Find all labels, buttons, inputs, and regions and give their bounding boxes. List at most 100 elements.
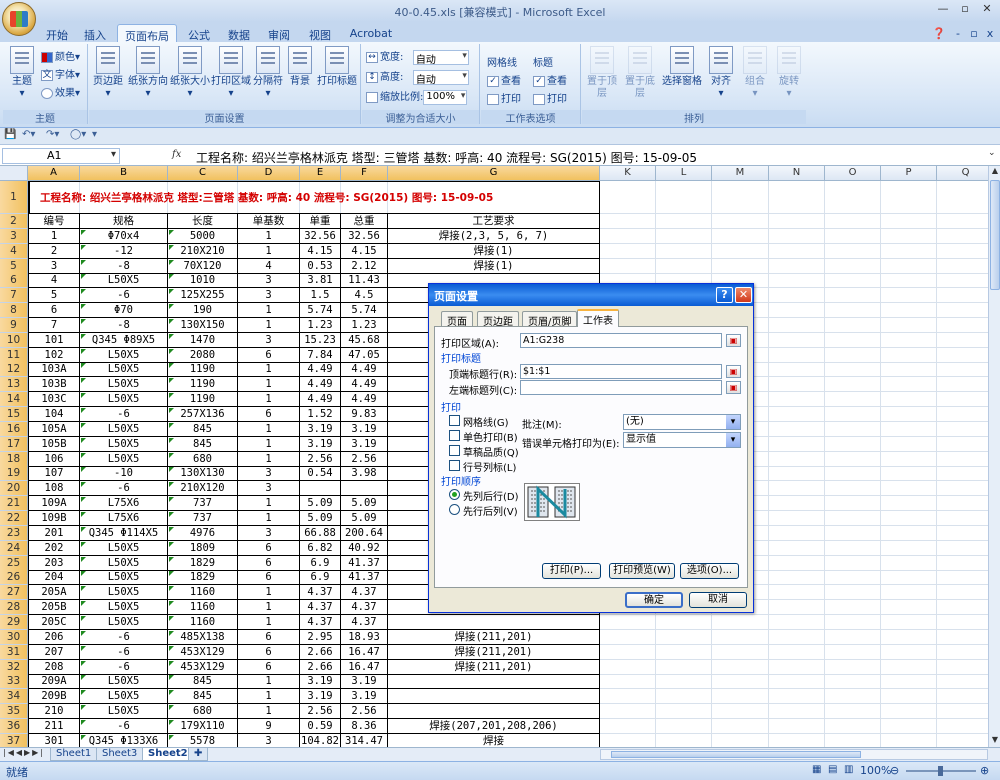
row-header[interactable]: 32: [0, 660, 28, 675]
scale-input[interactable]: 100%: [423, 89, 468, 105]
row-header[interactable]: 26: [0, 570, 28, 585]
table-cell[interactable]: L50X5: [80, 452, 168, 467]
breaks-button[interactable]: 分隔符 ▾: [251, 46, 285, 100]
table-header-cell[interactable]: 总重: [341, 214, 388, 229]
horizontal-scrollbar[interactable]: [600, 749, 988, 760]
row-header[interactable]: 34: [0, 689, 28, 704]
restore-icon[interactable]: ▫: [954, 2, 976, 20]
row-header[interactable]: 22: [0, 511, 28, 526]
table-cell[interactable]: 210X120: [168, 481, 238, 496]
row-header[interactable]: 33: [0, 674, 28, 689]
headings-print-checkbox[interactable]: 打印: [533, 90, 567, 105]
normal-view-icon[interactable]: ▦: [812, 764, 821, 775]
table-cell[interactable]: 3.19: [341, 674, 388, 689]
ribbon-close-icon[interactable]: x: [984, 24, 996, 42]
row-header[interactable]: 8: [0, 303, 28, 318]
over-then-down-radio[interactable]: [449, 504, 460, 515]
height-select[interactable]: 自动: [412, 69, 469, 86]
table-cell[interactable]: -6: [80, 630, 168, 645]
scroll-down-icon[interactable]: ▼: [990, 735, 1000, 747]
insert-function[interactable]: fx: [124, 149, 184, 163]
row-header[interactable]: 13: [0, 377, 28, 392]
table-cell[interactable]: 2.66: [300, 645, 341, 660]
table-cell[interactable]: Φ70x4: [80, 229, 168, 244]
table-cell[interactable]: 5.09: [341, 496, 388, 511]
table-cell[interactable]: 2.56: [300, 452, 341, 467]
table-cell[interactable]: L50X5: [80, 377, 168, 392]
formula-input[interactable]: 工程名称: 绍兴兰亭格林派克 塔型: 三管塔 基数: 呼高: 40 流程号: S…: [196, 149, 697, 166]
column-header[interactable]: F: [341, 166, 388, 181]
column-header[interactable]: A: [28, 166, 80, 181]
column-header[interactable]: G: [388, 166, 600, 181]
table-cell[interactable]: 焊接: [388, 734, 600, 747]
table-cell[interactable]: Q345 Φ114X5: [80, 526, 168, 541]
table-cell[interactable]: 209B: [28, 689, 80, 704]
table-cell[interactable]: 9: [238, 719, 300, 734]
row-header[interactable]: 28: [0, 600, 28, 615]
row-header[interactable]: 14: [0, 392, 28, 407]
table-cell[interactable]: 焊接(207,201,208,206): [388, 719, 600, 734]
dialog-tab-page[interactable]: 页面: [441, 311, 473, 328]
column-header[interactable]: M: [712, 166, 769, 181]
help-icon[interactable]: ❓: [932, 24, 946, 42]
table-cell[interactable]: 1: [238, 362, 300, 377]
table-cell[interactable]: 2.95: [300, 630, 341, 645]
table-cell[interactable]: 2.56: [300, 704, 341, 719]
table-cell[interactable]: L50X5: [80, 541, 168, 556]
ok-button[interactable]: 确定: [625, 592, 683, 608]
table-cell[interactable]: 2.56: [341, 704, 388, 719]
table-cell[interactable]: 314.47: [341, 734, 388, 747]
tab-insert[interactable]: 插入: [78, 24, 112, 42]
table-cell[interactable]: 2.66: [300, 660, 341, 675]
table-cell[interactable]: 6: [238, 645, 300, 660]
print-preview-button[interactable]: 打印预览(W): [609, 563, 675, 579]
table-cell[interactable]: 7: [28, 318, 80, 333]
table-header-cell[interactable]: 单基数: [238, 214, 300, 229]
table-cell[interactable]: 1809: [168, 541, 238, 556]
column-header[interactable]: Q: [937, 166, 988, 181]
table-cell[interactable]: 202: [28, 541, 80, 556]
tab-home[interactable]: 开始: [40, 24, 74, 42]
table-cell[interactable]: 66.88: [300, 526, 341, 541]
row-header[interactable]: 25: [0, 556, 28, 571]
table-cell[interactable]: 1: [238, 600, 300, 615]
row-header[interactable]: 21: [0, 496, 28, 511]
table-cell[interactable]: [341, 481, 388, 496]
table-cell[interactable]: 3: [238, 734, 300, 747]
close-icon[interactable]: ✕: [976, 2, 998, 20]
table-cell[interactable]: Φ70: [80, 303, 168, 318]
table-cell[interactable]: 4.49: [300, 392, 341, 407]
page-layout-view-icon[interactable]: ▤: [828, 764, 837, 775]
sheet-tab-sheet2[interactable]: Sheet2: [142, 748, 194, 761]
table-cell[interactable]: L50X5: [80, 392, 168, 407]
table-cell[interactable]: 6: [238, 556, 300, 571]
table-cell[interactable]: 41.37: [341, 556, 388, 571]
table-cell[interactable]: 6: [238, 348, 300, 363]
expand-formula-icon[interactable]: ⌄: [988, 148, 999, 162]
zoom-slider[interactable]: [906, 766, 976, 776]
zoom-slider-thumb[interactable]: [938, 766, 943, 776]
tab-acrobat[interactable]: Acrobat: [346, 24, 396, 42]
table-cell[interactable]: L50X5: [80, 585, 168, 600]
tab-data[interactable]: 数据: [222, 24, 256, 42]
table-cell[interactable]: 6: [238, 407, 300, 422]
table-cell[interactable]: 203: [28, 556, 80, 571]
circle-icon[interactable]: ◯▾: [70, 129, 86, 140]
table-cell[interactable]: 205A: [28, 585, 80, 600]
table-cell[interactable]: 1190: [168, 392, 238, 407]
zoom-in-icon[interactable]: ⊕: [980, 764, 989, 777]
table-cell[interactable]: 1: [238, 244, 300, 259]
table-cell[interactable]: 1: [238, 392, 300, 407]
table-cell[interactable]: 5.09: [341, 511, 388, 526]
table-cell[interactable]: 680: [168, 452, 238, 467]
sheet-nav-icon[interactable]: |◀◀▶▶|: [3, 748, 45, 757]
table-cell[interactable]: 3: [238, 273, 300, 288]
table-cell[interactable]: 3.98: [341, 466, 388, 481]
table-cell[interactable]: 4.37: [300, 600, 341, 615]
table-cell[interactable]: 5.74: [300, 303, 341, 318]
table-cell[interactable]: Q345 Φ89X5: [80, 333, 168, 348]
table-cell[interactable]: 6.9: [300, 556, 341, 571]
zoom-out-icon[interactable]: ⊖: [890, 764, 899, 777]
collapse-dialog-icon[interactable]: ▣: [726, 365, 741, 378]
row-header[interactable]: 16: [0, 422, 28, 437]
